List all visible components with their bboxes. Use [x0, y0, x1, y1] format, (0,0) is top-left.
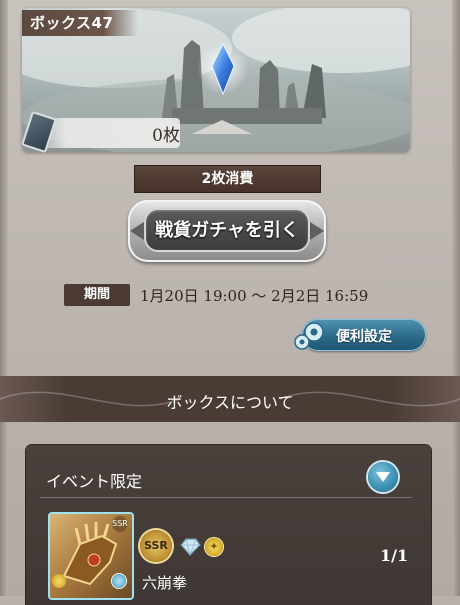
coin-corner-icon: [52, 574, 66, 588]
period-range: 1月20日 19:00 〜 2月2日 16:59: [140, 287, 369, 305]
panel-title: イベント限定: [46, 472, 143, 491]
gem-icon: [180, 538, 201, 557]
section-header: ボックスについて: [0, 376, 460, 422]
coin-icon: ✦: [205, 538, 223, 556]
expand-button[interactable]: [368, 462, 398, 492]
uncap-corner-icon: [112, 574, 126, 588]
left-frame-edge: [0, 0, 8, 596]
section-header-title: ボックスについて: [166, 393, 294, 412]
cost-label: 2枚消費: [134, 165, 321, 193]
ssr-corner-icon: SSR: [112, 516, 128, 532]
panel-divider: [40, 497, 412, 498]
box-title: ボックス47: [22, 10, 138, 36]
gear-icon: [294, 322, 324, 350]
draw-gacha-button[interactable]: 戦貨ガチャを引く: [128, 200, 326, 262]
settings-button-label: 便利設定: [336, 329, 392, 345]
ssr-badge: SSR: [140, 530, 172, 562]
draw-button-label: 戦貨ガチャを引く: [155, 220, 299, 241]
period-badge: 期間: [64, 284, 130, 306]
ticket-count: 0枚: [152, 126, 180, 146]
item-count: 1/1: [380, 546, 409, 565]
item-name: 六崩拳: [142, 574, 188, 592]
chevron-down-icon: [376, 472, 390, 482]
right-frame-edge: [452, 0, 460, 596]
